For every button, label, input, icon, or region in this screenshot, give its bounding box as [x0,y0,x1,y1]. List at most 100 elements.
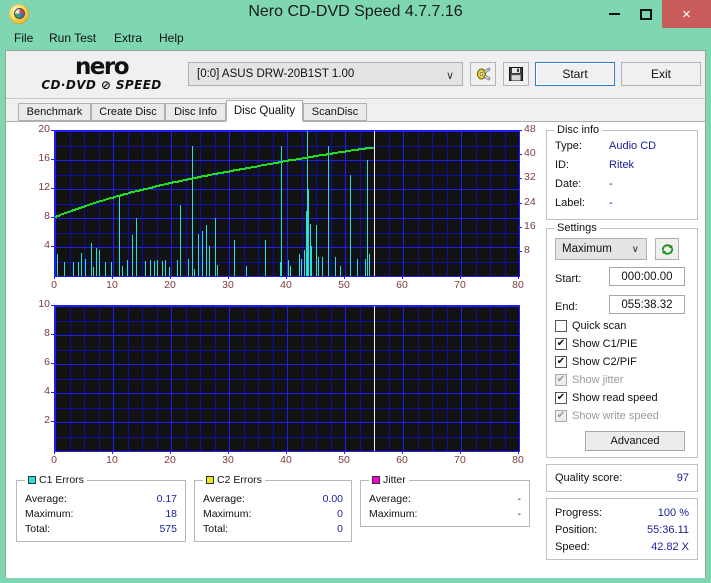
end-time-label: End: [555,301,578,313]
c2-average-row: Average: 0.00 [203,493,343,505]
menu-help[interactable]: Help [157,31,186,47]
chart-bar [93,267,94,276]
disc-label-value: - [609,197,613,209]
y-axis-tick-label: 4 [44,239,50,251]
disc-date-label: Date: [555,178,582,190]
menu-run-test[interactable]: Run Test [47,31,98,47]
c1-maximum-label: Maximum: [25,508,74,520]
disc-info-panel: Disc info Type: Audio CD ID: Ritek Date:… [546,124,698,220]
chart-bar [328,145,329,276]
status-panel: Progress: 100 % Position: 55:36.11 Speed… [546,498,698,560]
y2-axis-tick [518,226,522,228]
jitter-average-value: - [517,493,522,505]
menu-file[interactable]: File [12,31,35,47]
x-axis-tick-label: 80 [512,279,524,291]
tab-create-disc[interactable]: Create Disc [91,103,165,121]
chart-bar [194,268,195,276]
y2-axis-tick [518,202,522,204]
minimize-button[interactable] [598,0,630,28]
jitter-legend-title: Jitter [369,474,409,486]
chart-bar [180,204,181,276]
chart-bar [85,258,86,276]
x-axis-tick [402,451,403,454]
c2-errors-plot[interactable] [54,305,520,452]
speed-select[interactable]: Maximum ∨ [555,238,647,260]
start-button[interactable]: Start [535,62,615,86]
x-axis-tick-label: 70 [454,454,466,466]
x-axis-tick [228,276,229,279]
drive-select[interactable]: [0:0] ASUS DRW-20B1ST 1.00 ∨ [188,62,463,86]
disc-id-value: Ritek [609,159,635,171]
grid-line [461,131,462,276]
show-read-speed-checkbox[interactable]: ✔ Show read speed [555,392,658,404]
y-axis-tick [51,217,54,218]
grid-line [519,306,520,451]
grid-line [403,131,404,276]
nero-logo-wordmark: nero [74,54,130,80]
c2-average-label: Average: [203,493,245,505]
maximize-icon [640,8,652,20]
show-c2-pif-checkbox[interactable]: ✔ Show C2/PIF [555,356,637,368]
show-c1-pie-checkbox[interactable]: ✔ Show C1/PIE [555,338,637,350]
c2-errors-legend-label: C2 Errors [217,474,262,486]
x-axis-tick [170,276,171,279]
chart-bar [127,260,128,276]
chart-bar [165,260,166,276]
exit-button[interactable]: Exit [621,62,701,86]
x-axis-tick [54,276,55,279]
grid-line [519,306,520,451]
grid-line [55,131,56,276]
c1-errors-chart: 4 8 12 16 20 8 16 24 32 40 48 0 10 20 30 40 50 60 70 80 [6,122,541,302]
chart-bar [350,174,351,276]
grid-line [55,218,519,219]
scan-disc-button[interactable] [470,62,496,86]
grid-line [287,131,288,276]
c1-total-row: Total: 575 [25,523,177,535]
chart-bar [91,242,92,276]
x-axis-tick-label: 50 [338,454,350,466]
y2-axis-tick [518,154,522,156]
chart-bar [316,225,317,276]
chart-bar [308,189,309,276]
jitter-color-swatch-icon [372,476,380,484]
speed-value: 42.82 X [651,541,689,553]
tab-disc-quality[interactable]: Disc Quality [226,100,303,122]
x-axis-tick [112,276,113,279]
c1-average-value: 0.17 [156,493,177,505]
show-jitter-label: Show jitter [572,374,624,386]
c1-total-value: 575 [159,523,177,535]
c1-maximum-value: 18 [165,508,177,520]
x-axis-tick [228,451,229,454]
c2-maximum-value: 0 [337,508,343,520]
refresh-button[interactable] [655,238,679,260]
chart-bar [246,265,247,276]
grid-line [171,306,172,451]
close-button[interactable]: × [662,0,711,28]
refresh-icon [661,243,673,255]
grid-line [229,131,230,276]
chart-bar [73,261,74,276]
end-time-input[interactable]: 055:38.32 [609,295,685,314]
show-jitter-checkbox: ✔ Show jitter [555,374,623,386]
c2-maximum-row: Maximum: 0 [203,508,343,520]
menu-extra[interactable]: Extra [112,31,144,47]
chart-bar [96,248,97,276]
speed-label: Speed: [555,541,590,553]
x-axis-tick [170,451,171,454]
position-label: Position: [555,524,598,536]
advanced-button[interactable]: Advanced [585,431,685,451]
c1-average-label: Average: [25,493,67,505]
tab-disc-info[interactable]: Disc Info [165,103,226,121]
chart-bar [265,239,266,276]
x-axis-tick [54,451,55,454]
y-axis-tick [51,130,54,131]
c1-errors-plot[interactable] [54,130,520,277]
quick-scan-checkbox[interactable]: Quick scan [555,320,626,332]
maximize-button[interactable] [630,0,662,28]
quick-scan-label: Quick scan [572,320,627,332]
disc-id-label: ID: [555,159,570,171]
tab-benchmark[interactable]: Benchmark [18,103,91,121]
start-time-input[interactable]: 000:00.00 [609,267,685,286]
tab-scandisc[interactable]: ScanDisc [303,103,367,121]
save-button[interactable] [503,62,529,86]
